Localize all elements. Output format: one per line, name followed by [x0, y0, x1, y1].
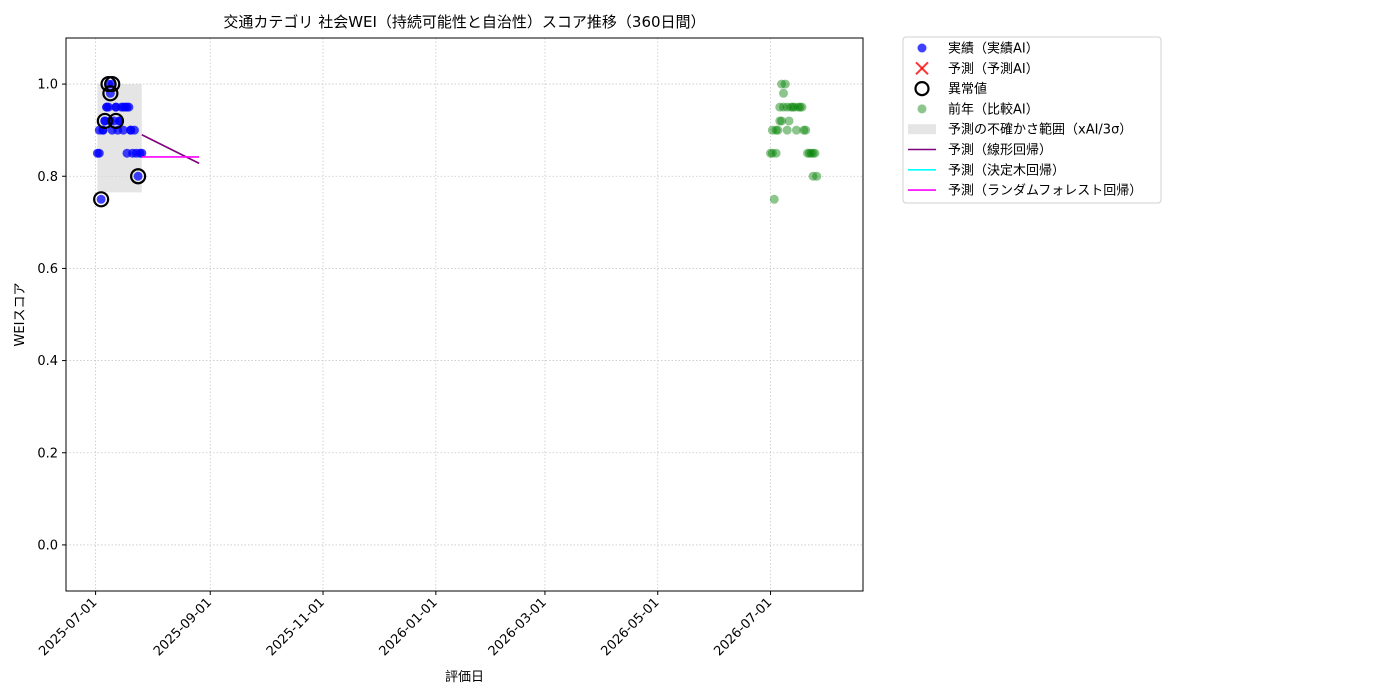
legend-label-forest: 予測（ランダムフォレスト回帰）: [948, 183, 1142, 199]
plot-area-frame: [65, 37, 864, 592]
data-point-prev-year: [771, 148, 781, 158]
regression-lines-layer: [141, 134, 200, 165]
points-layer: [92, 75, 822, 208]
y-tick-label: 1.0: [37, 78, 58, 93]
data-point-actual: [118, 102, 128, 112]
data-point-actual: [126, 125, 136, 135]
y-axis-label: WEIスコア: [13, 283, 28, 347]
data-point-prev-year: [797, 102, 807, 112]
data-point-actual: [94, 148, 104, 158]
x-tick-label: 2026-03-01: [486, 595, 550, 659]
data-point-actual: [122, 148, 132, 158]
data-point-prev-year: [780, 79, 790, 89]
data-point-prev-year: [812, 171, 822, 181]
legend-label-linear: 予測（線形回帰）: [948, 142, 1052, 158]
legend-label-band: 予測の不確かさ範囲（xAI/3σ）: [948, 122, 1132, 138]
x-tick-label: 2025-11-01: [264, 595, 328, 659]
x-tick-label: 2025-09-01: [151, 595, 215, 659]
y-axis: 0.0 0.2 0.4 0.6 0.8 1.0: [37, 78, 66, 553]
chart: 0.00.20.40.60.81.0 2025-07-01 2025-09-01 2…: [13, 13, 1162, 685]
data-point-actual: [133, 171, 143, 181]
data-point-prev-year: [782, 125, 792, 135]
data-point-prev-year: [769, 194, 779, 204]
legend-label-prev_year: 前年（比較AI）: [948, 101, 1039, 117]
data-point-prev-year: [778, 88, 788, 98]
y-tick-label: 0.4: [37, 354, 58, 369]
y-tick-label: 0.2: [37, 446, 58, 461]
x-tick-label: 2026-01-01: [377, 595, 441, 659]
x-tick-label: 2026-05-01: [599, 595, 663, 659]
legend-label-forecast: 予測（予測AI）: [948, 62, 1039, 77]
x-axis-label: 評価日: [445, 670, 484, 685]
y-tick-label: 0.8: [37, 170, 58, 185]
legend-label-tree: 予測（決定木回帰）: [948, 162, 1065, 178]
grid: [66, 38, 863, 591]
chart-title: 交通カテゴリ 社会WEI（持続可能性と自治性）スコア推移（360日間）: [223, 13, 705, 31]
x-axis: 2025-07-01 2025-09-01 2025-11-01 2026-01-01…: [36, 591, 775, 659]
x-tick-label: 2026-07-01: [711, 595, 775, 659]
legend-label-anomaly: 異常値: [948, 81, 987, 97]
y-tick-label: 0.0: [37, 538, 58, 553]
legend-marker-actual: [917, 43, 927, 53]
legend-marker-prev_year: [917, 104, 927, 114]
data-point-actual: [96, 194, 106, 204]
data-point-prev-year: [801, 125, 811, 135]
y-tick-label: 0.6: [37, 262, 58, 277]
legend-marker-band: [908, 124, 936, 135]
data-point-prev-year: [773, 125, 783, 135]
x-tick-label: 2025-07-01: [36, 595, 100, 659]
data-point-prev-year: [808, 148, 818, 158]
legend-label-actual: 実績（実績AI）: [948, 41, 1039, 57]
data-point-prev-year: [784, 116, 794, 126]
regression-line-linear: [141, 134, 200, 165]
legend: 実績（実績AI） 予測（予測AI） 異常値前年（比較AI） 予測の不確かさ範囲（xAI…: [902, 36, 1162, 204]
